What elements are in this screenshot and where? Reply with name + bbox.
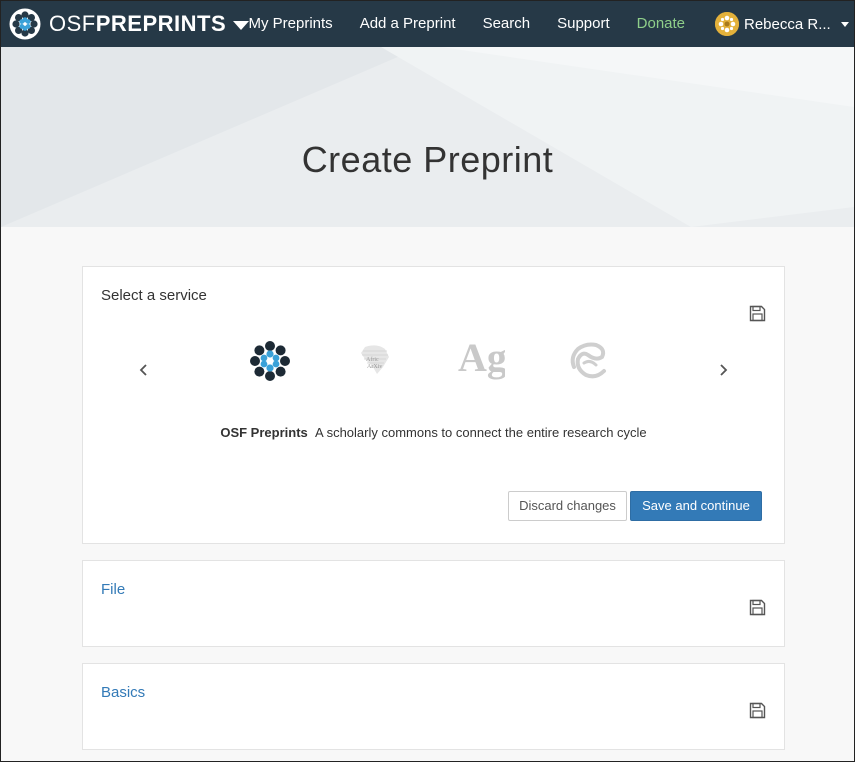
chevron-right-icon[interactable] xyxy=(717,362,729,378)
chevron-left-icon[interactable] xyxy=(138,362,150,378)
nav-support[interactable]: Support xyxy=(544,1,624,47)
user-menu[interactable]: Rebecca R... xyxy=(715,1,849,47)
navbar: OSF PREPRINTS My Preprints Add a Preprint… xyxy=(1,1,854,47)
selected-service-name: OSF Preprints xyxy=(220,425,308,440)
discard-changes-button[interactable]: Discard changes xyxy=(508,491,627,521)
avatar xyxy=(715,12,739,36)
header-background xyxy=(1,47,854,227)
nav-my-preprints[interactable]: My Preprints xyxy=(235,1,346,47)
save-and-continue-button[interactable]: Save and continue xyxy=(630,491,762,521)
panel-title[interactable]: File xyxy=(101,581,125,598)
svg-text:ArXiv: ArXiv xyxy=(367,364,382,370)
panel-title: Select a service xyxy=(101,287,207,304)
svg-text:Afric: Afric xyxy=(366,356,379,363)
selected-service-text: A scholarly commons to connect the entir… xyxy=(315,425,647,440)
basics-panel[interactable]: Basics xyxy=(82,663,785,750)
africarxiv-logo-icon[interactable]: Afric ArXiv xyxy=(355,341,393,377)
nav-search[interactable]: Search xyxy=(469,1,544,47)
brand-menu[interactable]: OSF PREPRINTS xyxy=(1,1,250,47)
nav-add-preprint[interactable]: Add a Preprint xyxy=(346,1,469,47)
file-panel[interactable]: File xyxy=(82,560,785,647)
selected-service-description: OSF Preprints A scholarly commons to con… xyxy=(83,425,784,440)
save-icon[interactable] xyxy=(749,599,766,616)
page-title: Create Preprint xyxy=(301,139,554,180)
brand-osf-text: OSF xyxy=(49,11,96,36)
page-header: Create Preprint xyxy=(1,47,854,227)
save-icon[interactable] xyxy=(749,305,766,322)
caret-down-icon xyxy=(840,21,849,27)
brand-preprints-text: PREPRINTS xyxy=(95,11,227,36)
nav-donate[interactable]: Donate xyxy=(623,1,698,47)
user-name: Rebecca R... xyxy=(744,15,831,33)
agrixiv-logo-icon[interactable]: Ag xyxy=(457,337,505,385)
osf-preprints-logo-icon[interactable] xyxy=(248,339,292,383)
panel-title[interactable]: Basics xyxy=(101,684,145,701)
nav-links: My Preprints Add a Preprint Search Suppo… xyxy=(235,1,699,47)
save-icon[interactable] xyxy=(749,702,766,719)
arabixiv-logo-icon[interactable] xyxy=(566,337,612,383)
select-service-panel: Select a service Afric ArXiv Ag OSF Prep… xyxy=(82,266,785,544)
osf-logo-icon xyxy=(9,8,41,40)
svg-text:Ag: Ag xyxy=(458,337,505,380)
